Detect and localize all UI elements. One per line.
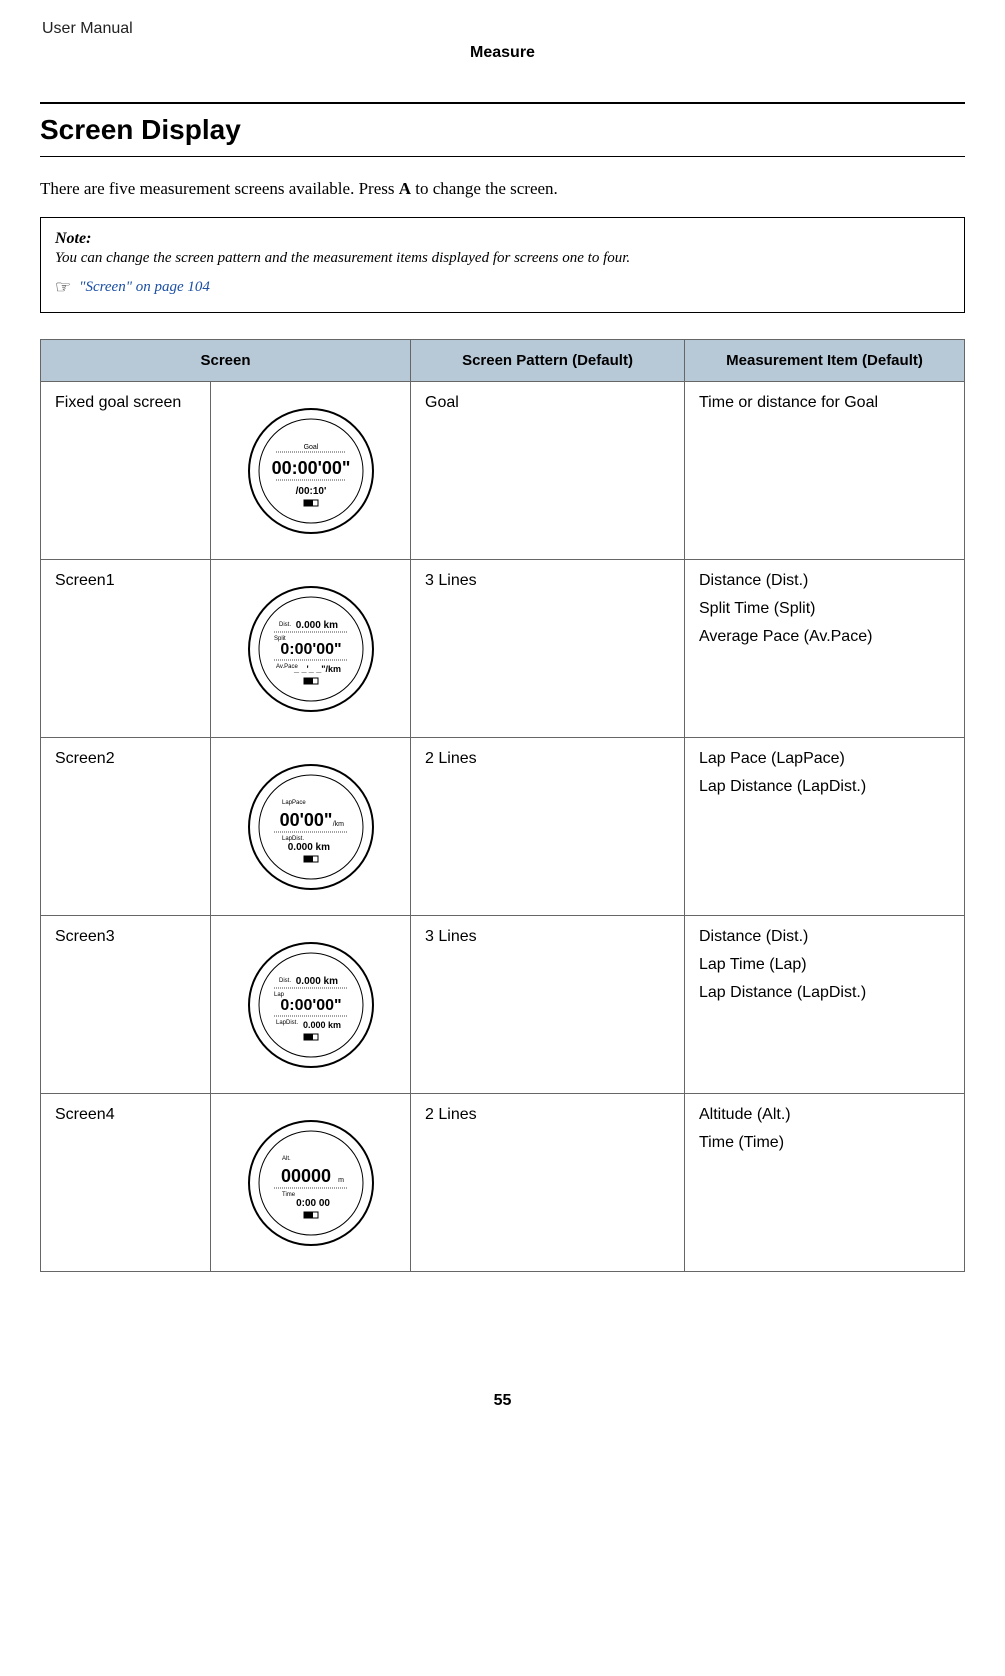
svg-text:Dist.: Dist. <box>279 622 291 628</box>
note-box: Note: You can change the screen pattern … <box>40 217 965 313</box>
screen-pattern: 2 Lines <box>411 1094 685 1272</box>
intro-pre: There are five measurement screens avail… <box>40 179 399 198</box>
measurement-item: Distance (Dist.) <box>699 572 950 590</box>
measurement-items: Altitude (Alt.) Time (Time) <box>685 1094 965 1272</box>
measurement-item: Lap Pace (LapPace) <box>699 750 950 768</box>
th-pattern: Screen Pattern (Default) <box>411 340 685 382</box>
measurement-items: Time or distance for Goal <box>685 382 965 560</box>
svg-text:_ _'_ _"/km: _ _'_ _"/km <box>293 664 341 674</box>
watch-face-icon: Dist. 0.000 km Split 0:00'00" Av.Pace _ … <box>246 584 376 714</box>
svg-text:0:00'00": 0:00'00" <box>280 641 341 658</box>
section-tag: Measure <box>40 44 965 62</box>
screen-image: Alt. 00000 m Time 0:00 00 <box>211 1094 411 1272</box>
screen-label: Fixed goal screen <box>41 382 211 560</box>
measurement-items: Lap Pace (LapPace) Lap Distance (LapDist.… <box>685 738 965 916</box>
svg-text:Goal: Goal <box>303 444 318 451</box>
table-row: Screen3 Dist. 0.000 km Lap 0:00'00" LapD… <box>41 916 965 1094</box>
intro-button-label: A <box>399 179 411 198</box>
screen-label: Screen3 <box>41 916 211 1094</box>
note-link[interactable]: ☞ "Screen" on page 104 <box>55 277 950 298</box>
svg-text:Time: Time <box>282 1192 296 1198</box>
watch-face-icon: Dist. 0.000 km Lap 0:00'00" LapDist. 0.0… <box>246 940 376 1070</box>
measurement-item: Lap Distance (LapDist.) <box>699 778 950 796</box>
table-header-row: Screen Screen Pattern (Default) Measurem… <box>41 340 965 382</box>
doc-header: User Manual <box>40 20 965 38</box>
screen-label: Screen2 <box>41 738 211 916</box>
th-screen: Screen <box>41 340 411 382</box>
screen-pattern: 3 Lines <box>411 916 685 1094</box>
svg-text:0.000 km: 0.000 km <box>295 976 337 987</box>
svg-text:/km: /km <box>332 821 343 828</box>
watch-face-icon: LapPace 00'00" /km LapDist. 0.000 km <box>246 762 376 892</box>
screen-pattern: 2 Lines <box>411 738 685 916</box>
svg-text:LapPace: LapPace <box>282 800 306 806</box>
svg-text:0.000 km: 0.000 km <box>295 620 337 631</box>
svg-text:00:00'00": 00:00'00" <box>271 458 350 478</box>
measurement-item: Time (Time) <box>699 1134 950 1152</box>
watch-face-icon: Alt. 00000 m Time 0:00 00 <box>246 1118 376 1248</box>
screen-image: Goal 00:00'00" /00:10' <box>211 382 411 560</box>
measurement-item: Time or distance for Goal <box>699 394 950 412</box>
svg-text:LapDist.: LapDist. <box>276 1020 298 1026</box>
note-link-text: "Screen" on page 104 <box>79 279 210 296</box>
top-rule <box>40 102 965 104</box>
th-measure: Measurement Item (Default) <box>685 340 965 382</box>
screen-image: Dist. 0.000 km Lap 0:00'00" LapDist. 0.0… <box>211 916 411 1094</box>
table-row: Screen2 LapPace 00'00" /km LapDist. 0.00… <box>41 738 965 916</box>
measurement-item: Average Pace (Av.Pace) <box>699 628 950 646</box>
measurement-item: Distance (Dist.) <box>699 928 950 946</box>
screen-image: LapPace 00'00" /km LapDist. 0.000 km <box>211 738 411 916</box>
intro-text: There are five measurement screens avail… <box>40 179 965 199</box>
measurement-item: Lap Distance (LapDist.) <box>699 984 950 1002</box>
svg-text:0.000 km: 0.000 km <box>302 1020 340 1030</box>
page-title: Screen Display <box>40 114 965 146</box>
screen-pattern: 3 Lines <box>411 560 685 738</box>
page-number: 55 <box>40 1392 965 1410</box>
note-title: Note: <box>55 230 950 248</box>
screens-table: Screen Screen Pattern (Default) Measurem… <box>40 339 965 1272</box>
measurement-item: Split Time (Split) <box>699 600 950 618</box>
svg-text:Dist.: Dist. <box>279 978 291 984</box>
intro-post: to change the screen. <box>411 179 558 198</box>
table-row: Screen4 Alt. 00000 m Time 0:00 00 2 Line… <box>41 1094 965 1272</box>
svg-text:m: m <box>338 1177 344 1184</box>
screen-label: Screen1 <box>41 560 211 738</box>
measurement-item: Lap Time (Lap) <box>699 956 950 974</box>
screen-label: Screen4 <box>41 1094 211 1272</box>
svg-text:/00:10': /00:10' <box>295 486 326 497</box>
svg-text:00'00": 00'00" <box>279 810 332 830</box>
table-row: Screen1 Dist. 0.000 km Split 0:00'00" Av… <box>41 560 965 738</box>
watch-face-icon: Goal 00:00'00" /00:10' <box>246 406 376 536</box>
svg-text:0.000 km: 0.000 km <box>287 842 329 853</box>
measurement-items: Distance (Dist.) Lap Time (Lap) Lap Distan… <box>685 916 965 1094</box>
screen-pattern: Goal <box>411 382 685 560</box>
measurement-items: Distance (Dist.) Split Time (Split) Averag… <box>685 560 965 738</box>
title-underline <box>40 156 965 157</box>
svg-text:0:00'00": 0:00'00" <box>280 997 341 1014</box>
svg-text:0:00 00: 0:00 00 <box>296 1198 330 1209</box>
screen-image: Dist. 0.000 km Split 0:00'00" Av.Pace _ … <box>211 560 411 738</box>
svg-text:00000: 00000 <box>280 1166 330 1186</box>
note-text: You can change the screen pattern and th… <box>55 250 950 267</box>
measurement-item: Altitude (Alt.) <box>699 1106 950 1124</box>
pointing-hand-icon: ☞ <box>55 277 71 298</box>
table-row: Fixed goal screen Goal 00:00'00" /00:10'… <box>41 382 965 560</box>
svg-text:Alt.: Alt. <box>282 1156 291 1162</box>
